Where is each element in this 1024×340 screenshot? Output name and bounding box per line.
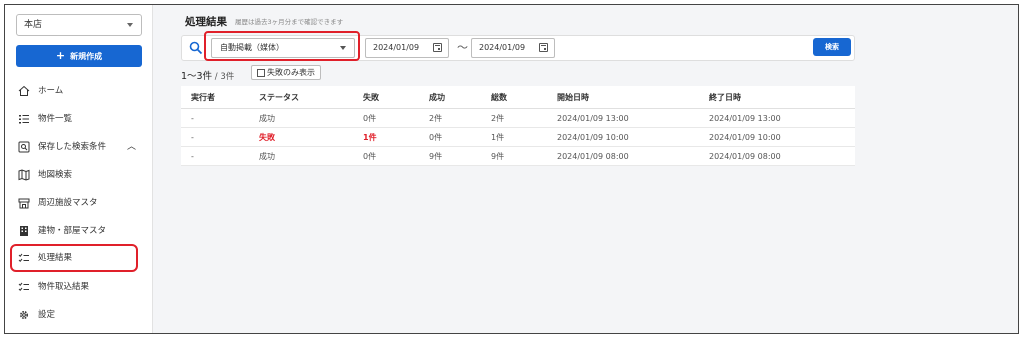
store-select-value: 本店 [24,20,43,30]
sidebar-item-settings[interactable]: 設定 [16,303,136,327]
search-icon [189,41,203,55]
sidebar-item-label: 地図検索 [38,170,73,180]
sidebar-item-process-results[interactable]: 処理結果 [10,244,138,272]
sidebar-item-property-list[interactable]: 物件一覧 [16,107,136,131]
sidebar-item-label: 物件一覧 [38,114,73,124]
column-header: 開始日時 [557,86,709,109]
date-from-field[interactable]: 2024/01/09 [365,38,449,58]
column-header: 終了日時 [709,86,855,109]
sidebar-item-map-search[interactable]: 地図検索 [16,163,136,187]
sidebar-item-label: 物件取込結果 [38,282,90,292]
sidebar-item-home[interactable]: ホーム [16,79,136,103]
cell-failed: 0件 [363,108,429,128]
page-subtitle: 履歴は過去3ヶ月分まで確認できます [235,18,344,26]
results-table: 実行者 ステータス 失敗 成功 総数 開始日時 終了日時 - 成功 0件 2件 … [181,86,855,166]
date-from-value: 2024/01/09 [373,43,420,52]
checkbox-icon [257,69,265,77]
highlight-box [204,31,360,61]
result-range: 1〜3件 [181,71,213,82]
cell-success: 0件 [429,127,491,147]
sidebar-item-label: 建物・部屋マスタ [38,226,107,236]
fail-only-label: 失敗のみ表示 [267,68,315,77]
sidebar-item-label: 設定 [38,310,56,320]
cell-start: 2024/01/09 10:00 [557,127,709,147]
app-frame: 本店 + 新規作成 ホーム 物件一覧 保存した検索条件 ︿ 地図検索 周辺施設マス… [4,4,1019,334]
cell-executor: - [181,127,259,147]
table-row[interactable]: - 成功 0件 2件 2件 2024/01/09 13:00 2024/01/0… [181,108,855,128]
home-icon [18,85,30,96]
cell-start: 2024/01/09 13:00 [557,108,709,128]
date-to-field[interactable]: 2024/01/09 [471,38,555,58]
page-title: 処理結果 [185,16,227,28]
cell-total: 2件 [491,108,557,128]
cell-executor: - [181,146,259,166]
sidebar-item-label: ホーム [38,86,64,96]
sidebar-item-label: 処理結果 [38,253,73,263]
sidebar: 本店 + 新規作成 ホーム 物件一覧 保存した検索条件 ︿ 地図検索 周辺施設マス… [5,5,153,333]
cell-failed: 1件 [363,127,429,147]
plus-icon: + [55,49,66,62]
calendar-icon[interactable] [433,43,442,52]
cell-end: 2024/01/09 13:00 [709,108,855,128]
new-create-label: 新規作成 [70,52,103,61]
map-icon [18,169,30,181]
cell-status: 成功 [259,108,363,128]
column-header: 総数 [491,86,557,109]
sidebar-item-building-master[interactable]: 建物・部屋マスタ [16,219,136,243]
cell-end: 2024/01/09 10:00 [709,127,855,147]
column-header: 成功 [429,86,491,109]
sidebar-item-import-results[interactable]: 物件取込結果 [16,275,136,299]
chevron-up-icon[interactable]: ︿ [127,135,136,159]
cell-start: 2024/01/09 08:00 [557,146,709,166]
column-header: ステータス [259,86,363,109]
store-select[interactable]: 本店 [16,14,142,36]
cell-executor: - [181,108,259,128]
cell-success: 2件 [429,108,491,128]
date-to-value: 2024/01/09 [479,43,526,52]
new-create-button[interactable]: + 新規作成 [16,45,142,67]
checklist-icon [18,282,29,291]
table-row[interactable]: - 失敗 1件 0件 1件 2024/01/09 10:00 2024/01/0… [181,127,855,147]
search-button[interactable]: 検索 [813,38,851,56]
cell-status: 失敗 [259,127,363,147]
result-count: 1〜3件 / 3件 [181,68,234,82]
table-row[interactable]: - 成功 0件 9件 9件 2024/01/09 08:00 2024/01/0… [181,146,855,166]
cell-status: 成功 [259,146,363,166]
sidebar-item-saved-search[interactable]: 保存した検索条件 ︿ [16,135,136,159]
column-header: 失敗 [363,86,429,109]
column-header: 実行者 [181,86,259,109]
sidebar-item-label: 保存した検索条件 [38,142,107,152]
list-icon [19,115,29,124]
fail-only-checkbox[interactable]: 失敗のみ表示 [251,65,321,80]
building-icon [20,226,28,236]
calendar-icon[interactable] [539,43,548,52]
sidebar-item-label: 周辺施設マスタ [38,198,98,208]
cell-failed: 0件 [363,146,429,166]
sidebar-item-facility-master[interactable]: 周辺施設マスタ [16,191,136,215]
date-separator: 〜 [457,41,468,54]
saved-search-icon [18,141,30,153]
checklist-icon [18,253,29,262]
table-header-row: 実行者 ステータス 失敗 成功 総数 開始日時 終了日時 [181,86,855,109]
cell-total: 1件 [491,127,557,147]
cell-total: 9件 [491,146,557,166]
chevron-down-icon [127,23,133,27]
cell-success: 9件 [429,146,491,166]
facility-icon [18,198,30,209]
cell-end: 2024/01/09 08:00 [709,146,855,166]
result-total: / 3件 [212,72,235,82]
gear-icon [19,310,29,320]
